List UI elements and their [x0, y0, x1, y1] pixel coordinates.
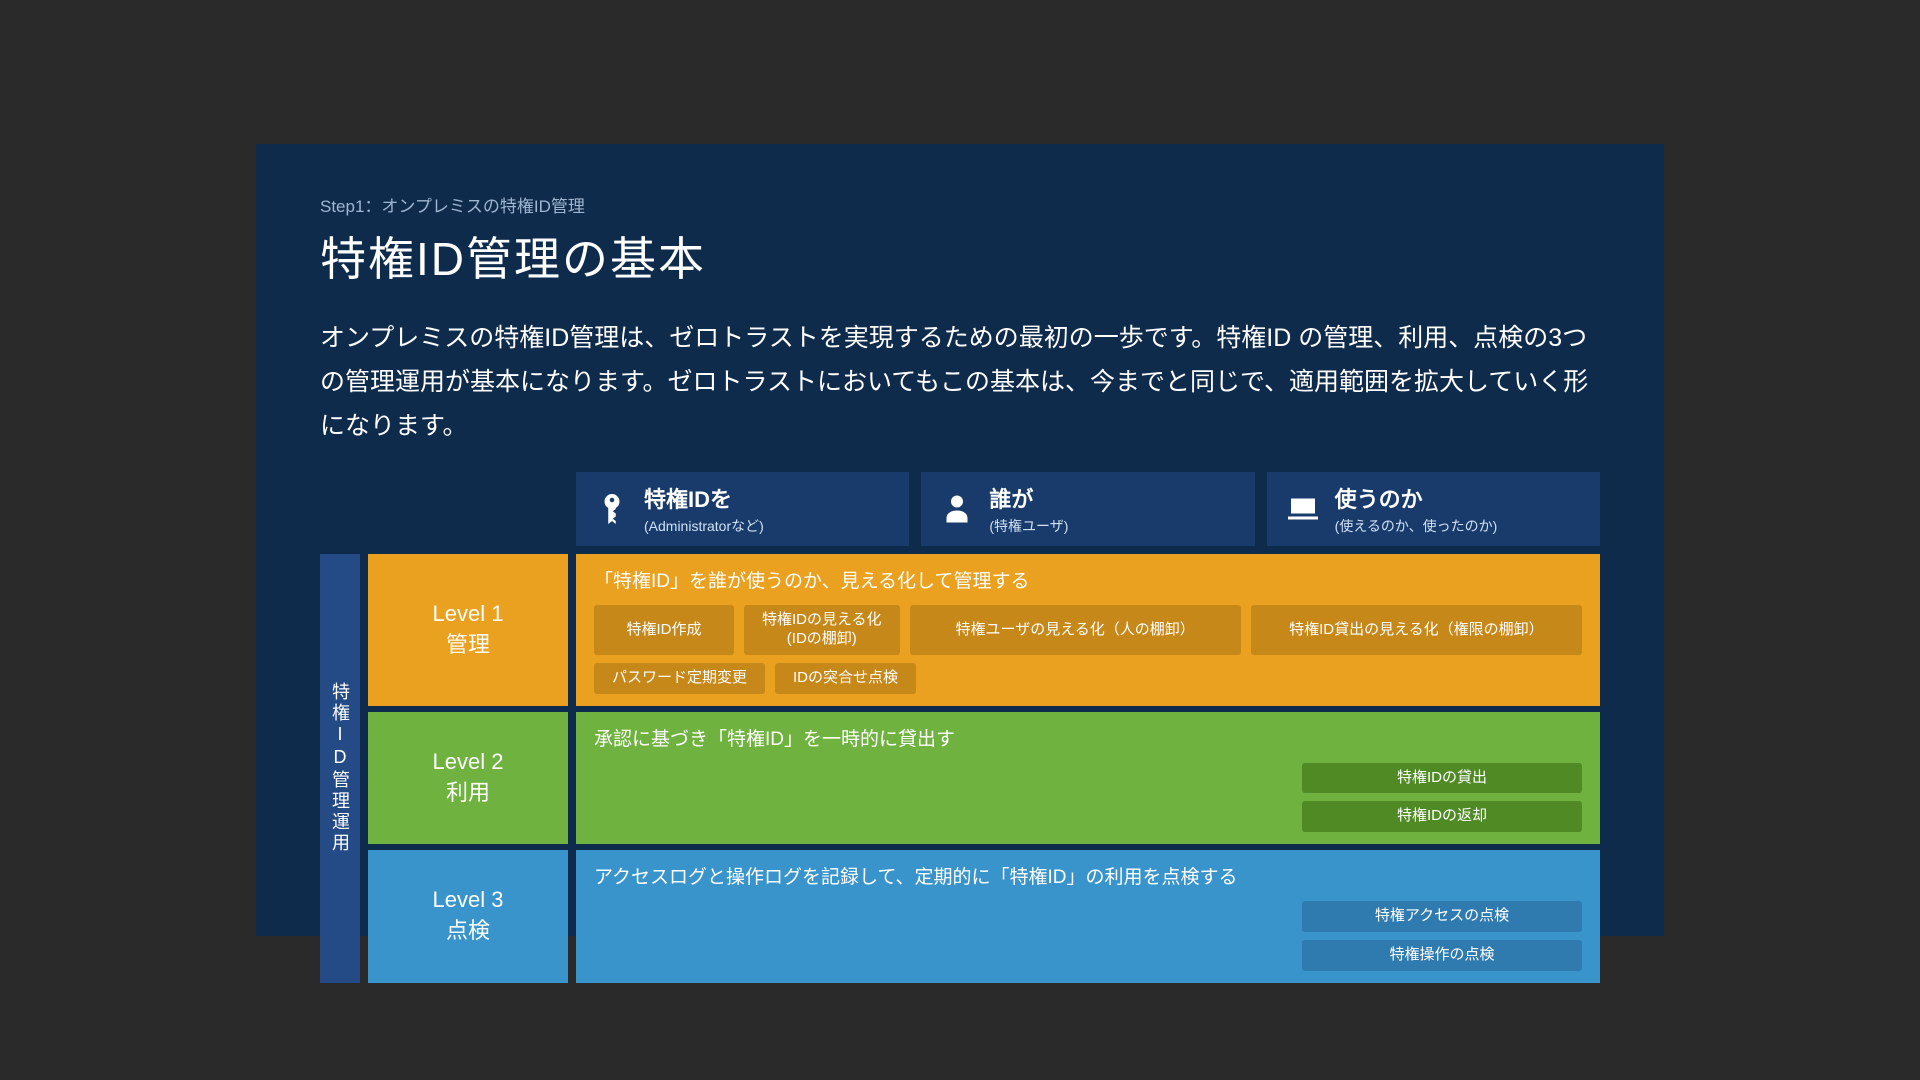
level-name: Level 3 — [433, 885, 504, 916]
breadcrumb: Step1：オンプレミスの特権ID管理 — [320, 192, 1600, 217]
header-sublabel: (特権ユーザ) — [989, 516, 1068, 536]
level-desc: アクセスログと操作ログを記録して、定期的に「特権ID」の利用を点検する — [594, 862, 1582, 889]
key-icon — [594, 491, 630, 527]
chip: 特権アクセスの点検 — [1302, 901, 1582, 932]
matrix-header-row: 特権IDを (Administratorなど) 誰が (特権ユーザ) 使うのか … — [576, 472, 1600, 546]
level1-label: Level 1 管理 — [368, 554, 568, 705]
page-title: 特権ID管理の基本 — [320, 223, 1600, 289]
header-label: 誰が — [989, 482, 1068, 514]
chip: 特権IDの貸出 — [1302, 763, 1582, 794]
chip: パスワード定期変更 — [594, 663, 765, 694]
level-desc: 「特権ID」を誰が使うのか、見える化して管理する — [594, 566, 1582, 593]
chip: IDの突合せ点検 — [775, 663, 916, 694]
header-sublabel: (Administratorなど) — [644, 516, 764, 536]
level3-label: Level 3 点検 — [368, 850, 568, 983]
chip: 特権IDの見える化 (IDの棚卸) — [744, 605, 900, 655]
laptop-icon — [1285, 491, 1321, 527]
header-who: 誰が (特権ユーザ) — [921, 472, 1254, 546]
level1-body: 「特権ID」を誰が使うのか、見える化して管理する 特権ID作成 特権IDの見える… — [576, 554, 1600, 705]
header-usage: 使うのか (使えるのか、使ったのか) — [1267, 472, 1600, 546]
level-subname: 管理 — [446, 630, 490, 661]
slide: Step1：オンプレミスの特権ID管理 特権ID管理の基本 オンプレミスの特権I… — [256, 144, 1664, 936]
chip: 特権操作の点検 — [1302, 940, 1582, 971]
header-label: 特権IDを — [644, 482, 764, 514]
level2-body: 承認に基づき「特権ID」を一時的に貸出す 特権IDの貸出 特権IDの返却 — [576, 712, 1600, 845]
level-desc: 承認に基づき「特権ID」を一時的に貸出す — [594, 724, 1582, 751]
chip-row: パスワード定期変更 IDの突合せ点検 — [594, 663, 1582, 694]
chip-row: 特権ID作成 特権IDの見える化 (IDの棚卸) 特権ユーザの見える化（人の棚卸… — [594, 605, 1582, 655]
level-subname: 利用 — [446, 778, 490, 809]
header-privileged-id: 特権IDを (Administratorなど) — [576, 472, 909, 546]
chip: 特権ID作成 — [594, 605, 734, 655]
level3-body: アクセスログと操作ログを記録して、定期的に「特権ID」の利用を点検する 特権アク… — [576, 850, 1600, 983]
level-subname: 点検 — [446, 916, 490, 947]
level-name: Level 2 — [433, 747, 504, 778]
chip: 特権IDの返却 — [1302, 801, 1582, 832]
person-icon — [939, 491, 975, 527]
lead-text: オンプレミスの特権ID管理は、ゼロトラストを実現するための最初の一歩です。特権I… — [320, 317, 1600, 448]
level2-label: Level 2 利用 — [368, 712, 568, 845]
level-name: Level 1 — [433, 599, 504, 630]
header-label: 使うのか — [1335, 482, 1498, 514]
chip: 特権ID貸出の見える化（権限の棚卸） — [1251, 605, 1582, 655]
matrix: 特権IDを (Administratorなど) 誰が (特権ユーザ) 使うのか … — [320, 472, 1600, 982]
side-label: 特権ID管理運用 — [320, 554, 360, 982]
chip: 特権ユーザの見える化（人の棚卸） — [910, 605, 1241, 655]
header-sublabel: (使えるのか、使ったのか) — [1335, 516, 1498, 536]
